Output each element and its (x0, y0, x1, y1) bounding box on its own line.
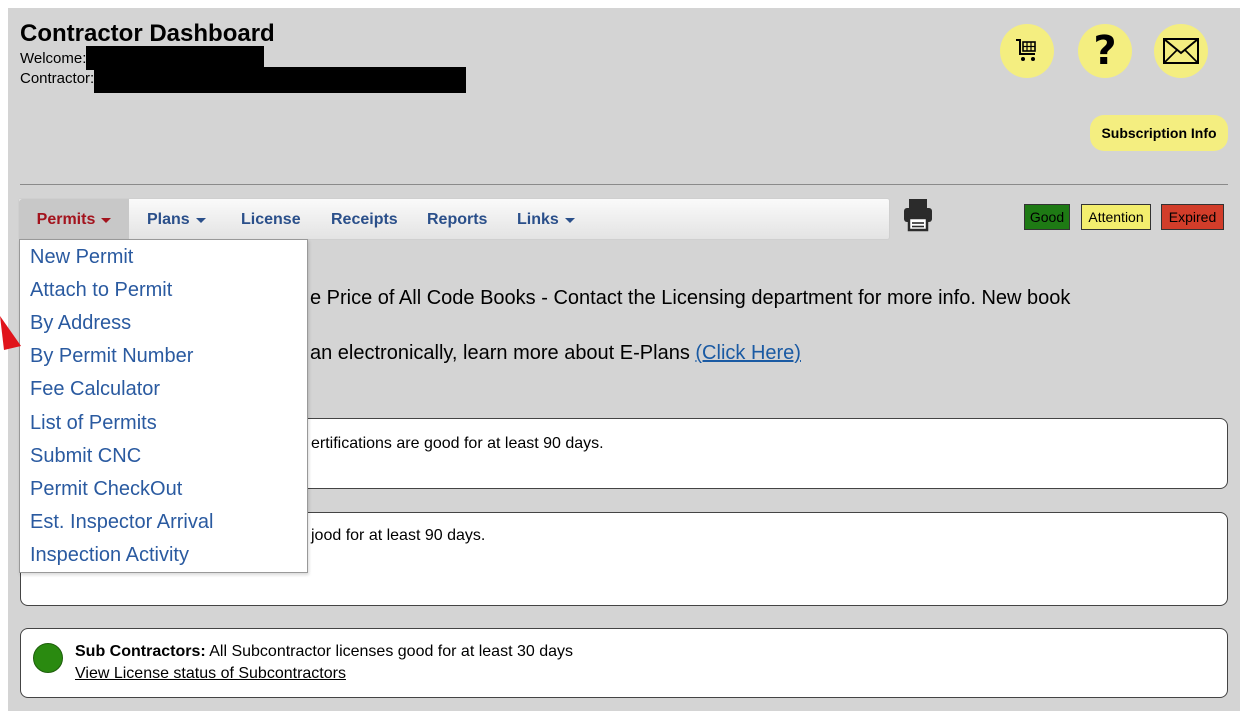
nav-plans-label: Plans (147, 210, 190, 228)
status-text-licenses: jood for at least 90 days. (311, 527, 486, 544)
main-nav: Permits Plans License Receipts Reports L… (18, 198, 890, 240)
menu-item-fee-calculator[interactable]: Fee Calculator (30, 377, 160, 401)
notice-line-2: an electronically, learn more about E-Pl… (310, 342, 801, 365)
header-divider (20, 184, 1228, 185)
menu-item-new-permit[interactable]: New Permit (30, 245, 133, 269)
nav-links-label: Links (517, 210, 559, 228)
status-text-certifications: ertifications are good for at least 90 d… (311, 435, 604, 452)
nav-reports-label: Reports (427, 210, 488, 228)
print-icon[interactable] (898, 198, 938, 232)
help-button[interactable]: ? (1078, 24, 1132, 78)
mail-button[interactable] (1154, 24, 1208, 78)
red-arrow-annotation (0, 316, 21, 350)
chevron-down-icon (564, 218, 575, 223)
contractor-row: Contractor: (20, 67, 467, 93)
nav-permits[interactable]: Permits (19, 199, 129, 240)
chevron-down-icon (195, 218, 206, 223)
subcontractor-title: Sub Contractors: (75, 643, 206, 660)
menu-item-list-of-permits[interactable]: List of Permits (30, 411, 157, 435)
menu-item-est-inspector-arrival[interactable]: Est. Inspector Arrival (30, 510, 213, 534)
nav-links[interactable]: Links (505, 199, 587, 240)
subcontractor-status: Sub Contractors: All Subcontractor licen… (75, 643, 573, 661)
nav-permits-label: Permits (36, 210, 96, 228)
legend-expired: Expired (1161, 204, 1224, 230)
menu-item-by-permit-number[interactable]: By Permit Number (30, 344, 193, 368)
notice-line-2-text: an electronically, learn more about E-Pl… (310, 342, 696, 364)
eplans-link[interactable]: (Click Here) (695, 342, 801, 364)
subcontractor-text: All Subcontractor licenses good for at l… (205, 643, 573, 660)
subcontractor-license-link[interactable]: View License status of Subcontractors (75, 665, 346, 683)
menu-item-inspection-activity[interactable]: Inspection Activity (30, 543, 189, 567)
nav-license[interactable]: License (229, 199, 313, 240)
cart-button[interactable] (1000, 24, 1054, 78)
nav-reports[interactable]: Reports (415, 199, 499, 240)
contractor-label: Contractor: (20, 70, 95, 87)
menu-item-by-address[interactable]: By Address (30, 311, 131, 335)
help-icon: ? (1093, 28, 1117, 74)
menu-item-attach-to-permit[interactable]: Attach to Permit (30, 278, 172, 302)
status-good-indicator (33, 643, 63, 673)
cart-icon (1016, 39, 1036, 61)
nav-license-label: License (241, 210, 301, 228)
status-panel-subcontractors: Sub Contractors: All Subcontractor licen… (20, 628, 1228, 698)
chevron-down-icon (101, 218, 112, 223)
mail-icon (1163, 38, 1199, 64)
legend-good: Good (1024, 204, 1070, 230)
menu-item-submit-cnc[interactable]: Submit CNC (30, 444, 141, 468)
welcome-label: Welcome: (20, 50, 87, 67)
redacted-contractor-name (94, 67, 467, 93)
subscription-info-button[interactable]: Subscription Info (1090, 115, 1228, 151)
notice-line-1: e Price of All Code Books - Contact the … (310, 287, 1071, 309)
legend-attention: Attention (1081, 204, 1151, 230)
dashboard-canvas: Contractor Dashboard Welcome: Contractor… (8, 8, 1240, 711)
nav-plans[interactable]: Plans (135, 199, 218, 240)
menu-item-permit-checkout[interactable]: Permit CheckOut (30, 477, 182, 501)
nav-receipts[interactable]: Receipts (319, 199, 410, 240)
nav-receipts-label: Receipts (331, 210, 398, 228)
page-title: Contractor Dashboard (20, 20, 275, 47)
permits-dropdown-menu: New Permit Attach to Permit By Address B… (19, 239, 308, 573)
